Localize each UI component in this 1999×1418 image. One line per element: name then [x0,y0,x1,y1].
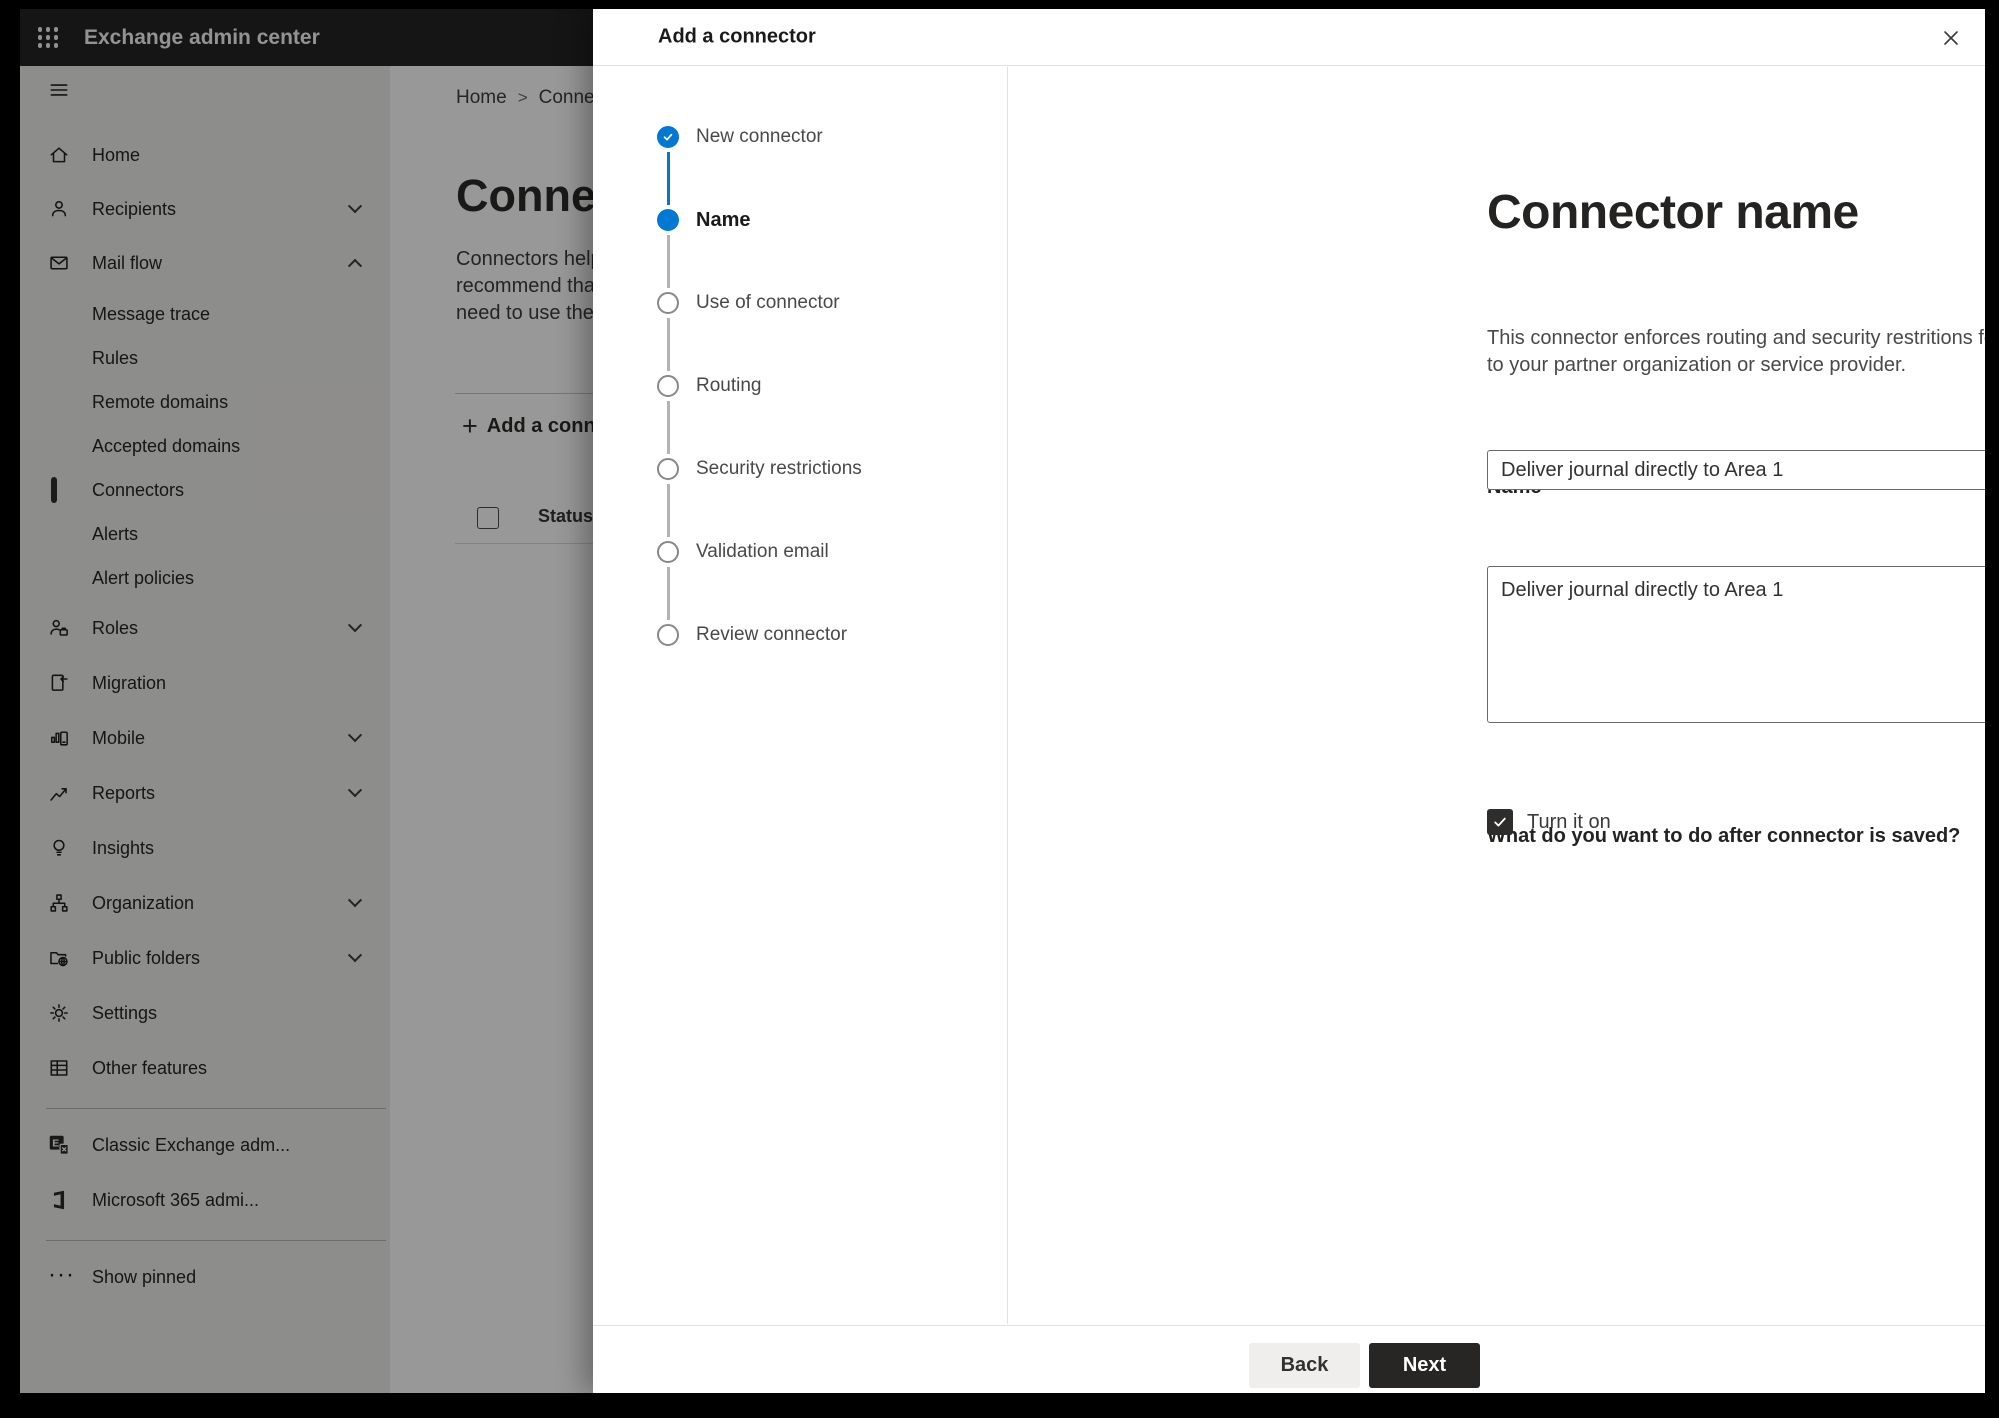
dialog-header: Add a connector [593,9,1985,66]
app-window: Exchange admin center Home Recipients Mail… [20,9,1985,1393]
connector-name-input[interactable] [1487,450,1985,490]
step-heading: Connector name [1487,186,1859,239]
wizard-step-connector [667,152,670,205]
wizard-step-dot-security-restrictions[interactable] [657,458,679,480]
close-icon[interactable] [1935,22,1967,54]
turn-on-checkbox[interactable] [1487,809,1513,835]
step-description: This connector enforces routing and secu… [1487,327,1985,376]
check-icon [663,133,673,141]
add-connector-dialog: Add a connector New connector Name Use of … [593,9,1985,1393]
turn-on-label: Turn it on [1527,810,1611,833]
wizard-step-dot-routing[interactable] [657,375,679,397]
wizard-step-connector [667,235,670,288]
wizard-step-dot-validation-email[interactable] [657,541,679,563]
wizard-step-dot-new-connector[interactable] [657,126,679,148]
wizard-step-connector [667,484,670,537]
check-icon [1494,817,1506,827]
description-textarea[interactable]: Deliver journal directly to Area 1 [1487,566,1985,723]
wizard-step-connector [667,567,670,620]
wizard-step-dot-review-connector[interactable] [657,624,679,646]
wizard-step-security-restrictions[interactable]: Security restrictions [696,456,862,482]
wizard-step-review-connector[interactable]: Review connector [696,622,847,648]
wizard-step-connector [667,401,670,454]
dialog-footer: Back Next [593,1325,1985,1393]
wizard-step-dot-name[interactable] [657,209,679,231]
next-button[interactable]: Next [1369,1343,1480,1388]
wizard-step-use-of-connector[interactable]: Use of connector [696,290,840,316]
wizard-step-new-connector[interactable]: New connector [696,124,823,150]
wizard-step-connector [667,318,670,371]
wizard-step-routing[interactable]: Routing [696,373,762,399]
dialog-title: Add a connector [658,25,816,48]
turn-on-row: Turn it on [1487,809,1611,835]
wizard-step-dot-use-of-connector[interactable] [657,292,679,314]
wizard-step-name[interactable]: Name [696,207,750,233]
wizard-step-validation-email[interactable]: Validation email [696,539,829,565]
dialog-content: Connector name This connector enforces r… [1008,67,1985,1324]
back-button[interactable]: Back [1249,1343,1360,1388]
